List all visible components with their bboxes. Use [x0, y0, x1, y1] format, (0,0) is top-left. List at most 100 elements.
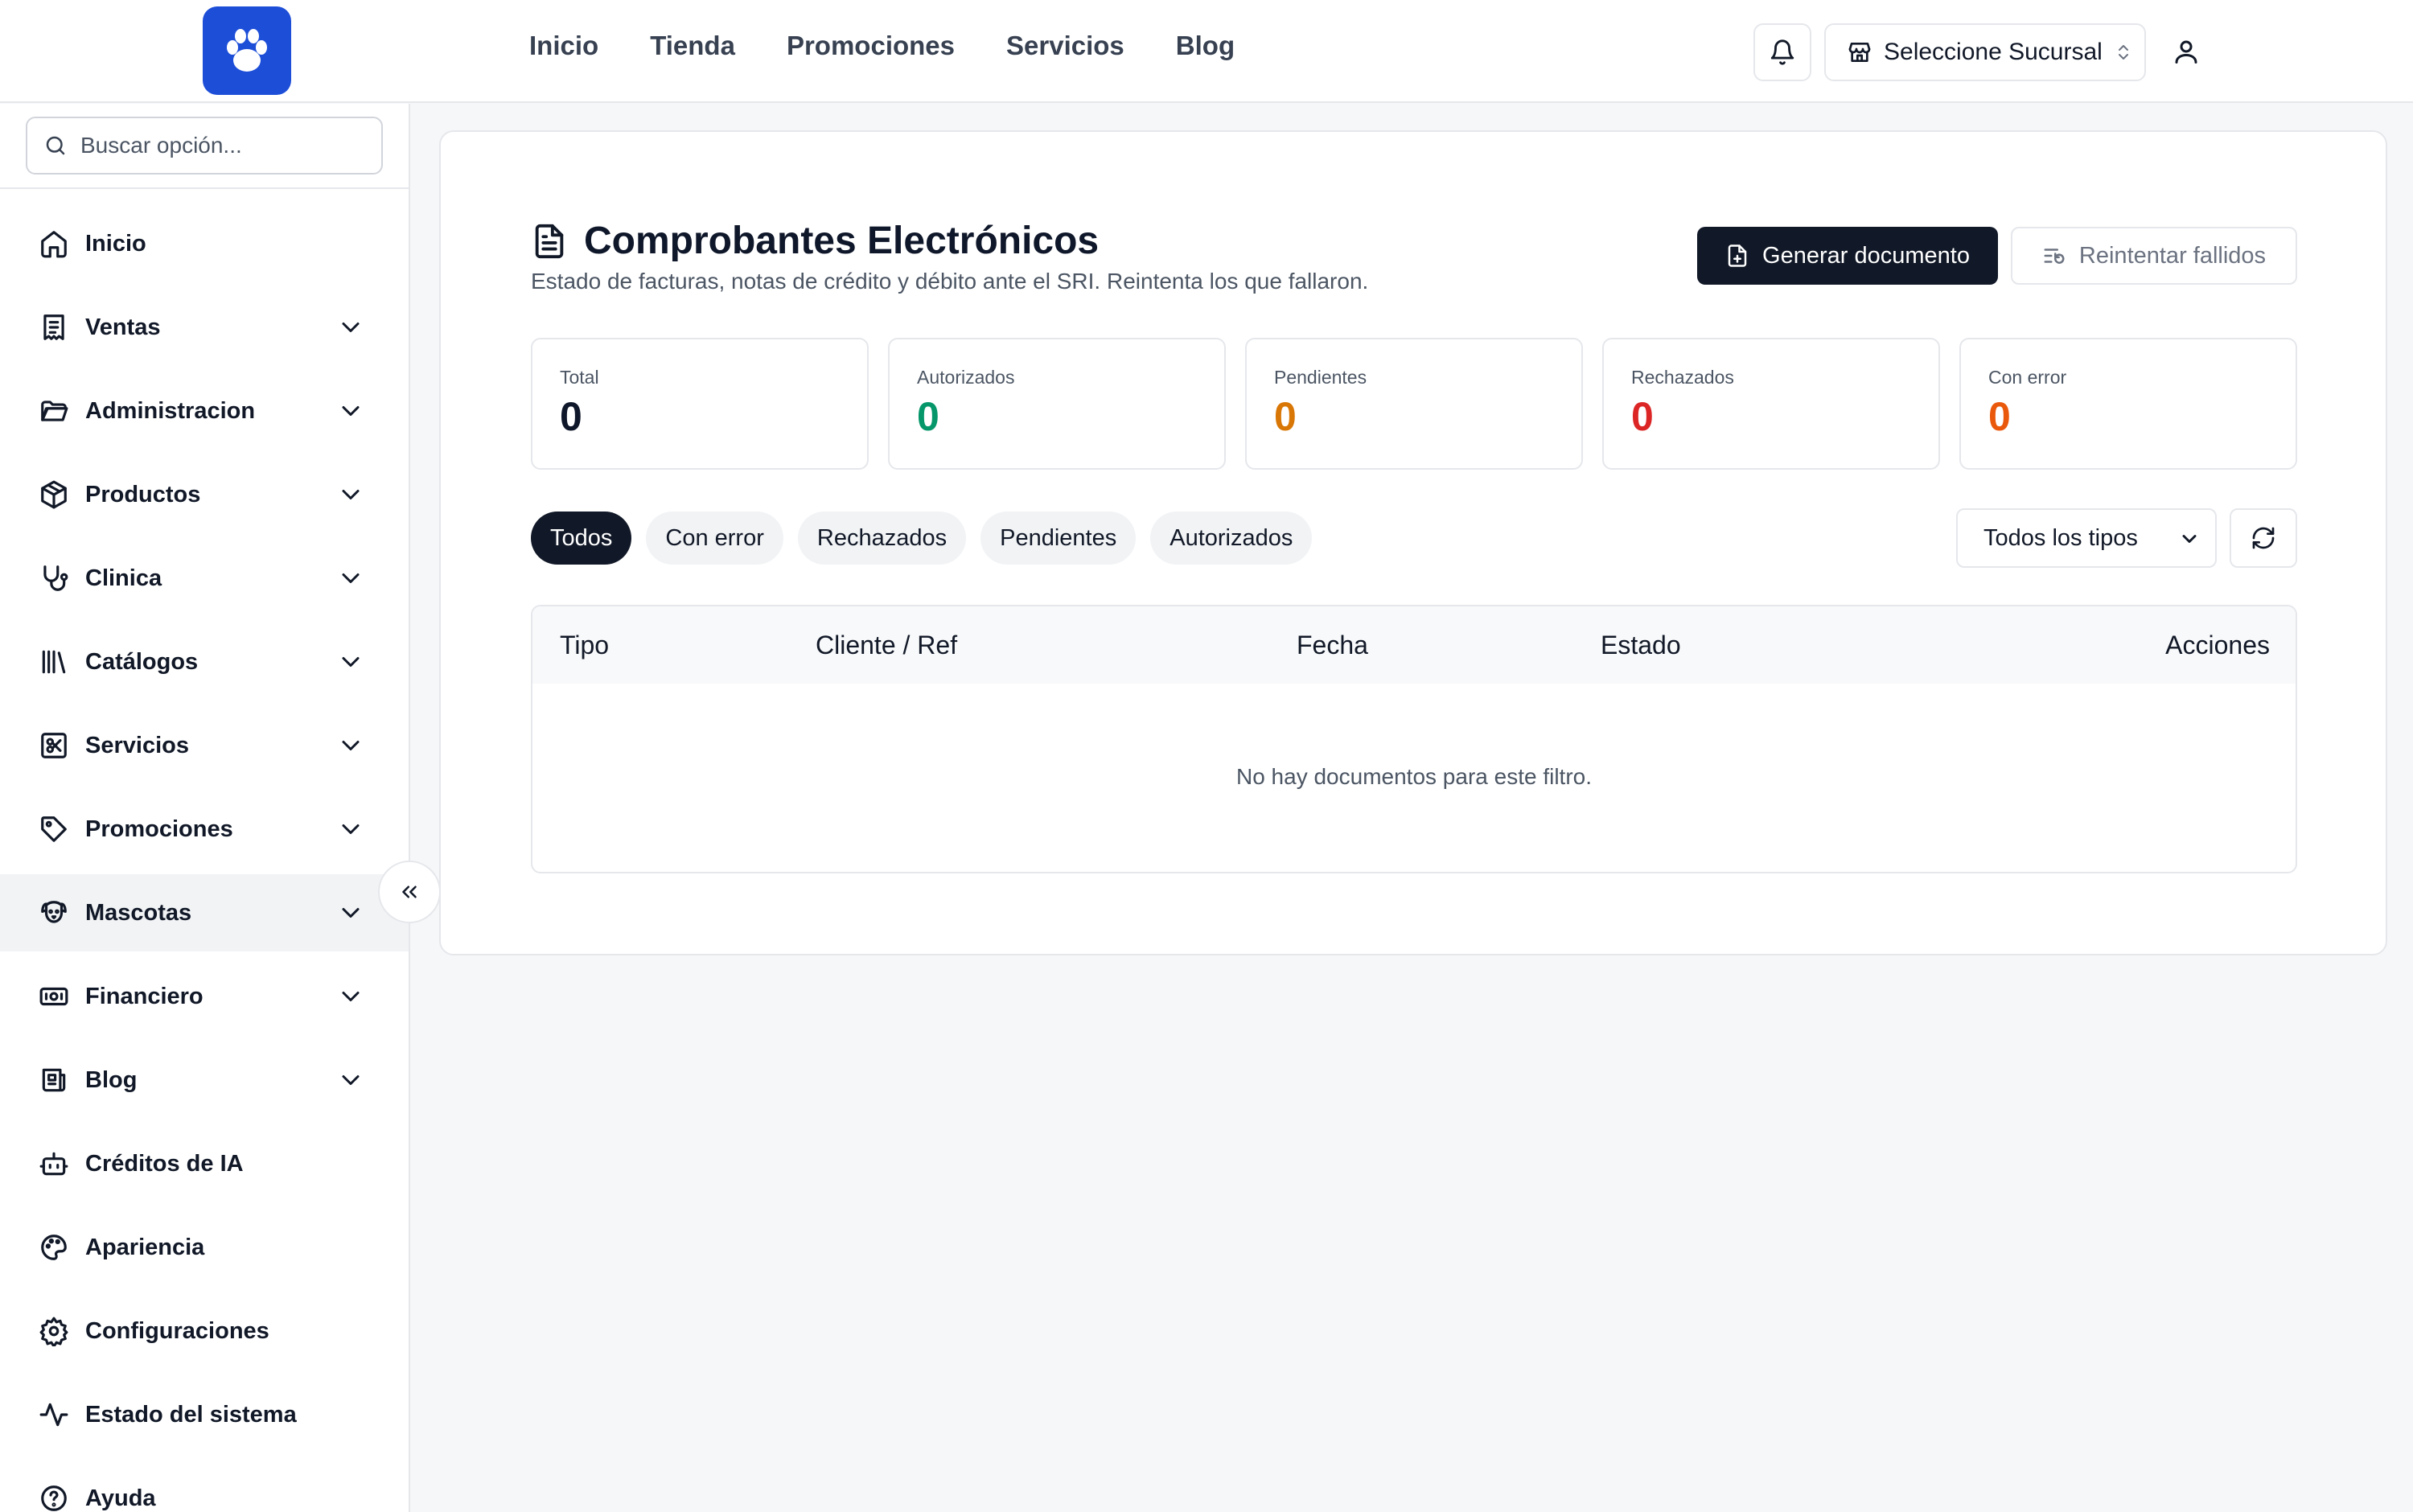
activity-icon	[39, 1403, 68, 1427]
sidebar-item-label: Promociones	[85, 816, 233, 842]
user-icon	[2175, 40, 2197, 64]
nav-promociones[interactable]: Promociones	[787, 31, 955, 61]
notifications-button[interactable]	[1753, 23, 1811, 81]
branch-label: Seleccione Sucursal	[1884, 39, 2103, 65]
chevrons-left-icon	[402, 885, 417, 898]
filter-chip-pendientes[interactable]: Pendientes	[980, 512, 1137, 565]
stat-value: 0	[560, 394, 582, 439]
generate-document-button[interactable]: Generar documento	[1697, 227, 1998, 285]
user-menu-button[interactable]	[2165, 31, 2207, 72]
sidebar-item-ventas[interactable]: Ventas	[0, 286, 409, 369]
nav-blog[interactable]: Blog	[1176, 31, 1235, 61]
sidebar-item-promociones[interactable]: Promociones	[0, 787, 409, 871]
stat-label: Total	[560, 367, 599, 388]
search-icon	[46, 136, 65, 155]
refresh-icon	[2252, 527, 2275, 549]
sidebar-item-estado-del-sistema[interactable]: Estado del sistema	[0, 1373, 409, 1457]
filter-chip-todos[interactable]: Todos	[531, 512, 632, 565]
sidebar-item-label: Administracion	[85, 397, 256, 424]
sidebar-item-icon	[37, 310, 71, 344]
sidebar-item-label: Servicios	[85, 732, 189, 758]
empty-state-message: No hay documentos para este filtro.	[1235, 764, 1592, 789]
chevrons-up-down-icon	[2118, 45, 2128, 60]
paw-logo[interactable]	[203, 6, 291, 95]
sidebar-item-icon	[37, 227, 71, 261]
sidebar-item-inicio[interactable]: Inicio	[0, 202, 409, 286]
chevron-down-icon[interactable]	[336, 480, 365, 509]
sidebar: Inicio Ventas Administracion Productos Clini…	[0, 104, 410, 1512]
library-icon	[42, 650, 66, 674]
sidebar-item-icon	[37, 478, 71, 512]
column-header-tipo[interactable]: Tipo	[560, 631, 609, 660]
column-header-cliente[interactable]: Cliente / Ref	[816, 631, 957, 660]
filter-chip-autorizados[interactable]: Autorizados	[1150, 512, 1313, 565]
chevron-down-icon[interactable]	[336, 815, 365, 844]
sidebar-item-configuraciones[interactable]: Configuraciones	[0, 1289, 409, 1373]
sidebar-item-label: Ayuda	[85, 1485, 156, 1511]
help-circle-icon	[41, 1485, 67, 1511]
sidebar-item-icon	[37, 980, 71, 1013]
chevron-down-icon[interactable]	[336, 982, 365, 1011]
stats-row: Total 0 Autorizados 0 Pendientes 0 Rechazados 0…	[531, 338, 2297, 470]
sidebar-item-cat-logos[interactable]: Catálogos	[0, 620, 409, 704]
retry-failed-label: Reintentar fallidos	[2078, 242, 2267, 269]
sidebar-item-blog[interactable]: Blog	[0, 1038, 409, 1122]
sidebar-item-ayuda[interactable]: Ayuda	[0, 1457, 409, 1512]
sidebar-item-icon	[37, 645, 71, 679]
column-header-estado[interactable]: Estado	[1601, 631, 1681, 660]
column-header-fecha[interactable]: Fecha	[1297, 631, 1368, 660]
sidebar-item-administracion[interactable]: Administracion	[0, 369, 409, 453]
sidebar-item-label: Blog	[85, 1066, 138, 1093]
stat-label: Autorizados	[917, 367, 1015, 388]
sidebar-item-icon	[37, 1063, 71, 1097]
chevron-down-icon[interactable]	[336, 647, 365, 676]
chevron-down-icon[interactable]	[336, 898, 365, 927]
sidebar-item-servicios[interactable]: Servicios	[0, 704, 409, 787]
chevron-down-icon[interactable]	[336, 564, 365, 593]
bot-icon	[39, 1152, 68, 1176]
document-type-select[interactable]: Todos los tipos	[1956, 508, 2217, 568]
sidebar-item-label: Créditos de IA	[85, 1150, 244, 1177]
sidebar-item-mascotas[interactable]: Mascotas	[0, 874, 409, 951]
nav-servicios[interactable]: Servicios	[1006, 31, 1124, 61]
chevron-down-icon[interactable]	[336, 396, 365, 425]
nav-inicio[interactable]: Inicio	[529, 31, 598, 61]
sidebar-item-label: Apariencia	[85, 1234, 205, 1260]
sidebar-item-icon	[37, 1231, 71, 1264]
sidebar-item-icon	[37, 1314, 71, 1348]
page-header: Comprobantes Electrónicos	[531, 219, 1099, 263]
retry-failed-button[interactable]: Reintentar fallidos	[2011, 227, 2297, 285]
sidebar-item-cr-ditos-de-ia[interactable]: Créditos de IA	[0, 1122, 409, 1206]
branch-selector[interactable]: Seleccione Sucursal	[1824, 23, 2146, 81]
sidebar-menu: Inicio Ventas Administracion Productos Clini…	[0, 202, 409, 1512]
stat-value: 0	[917, 394, 939, 439]
chevron-down-icon[interactable]	[336, 731, 365, 760]
generate-document-label: Generar documento	[1762, 242, 1970, 269]
document-type-value: Todos los tipos	[1983, 524, 2138, 551]
collapse-sidebar-button[interactable]	[378, 861, 441, 923]
sidebar-item-label: Estado del sistema	[85, 1401, 297, 1428]
main-card: Comprobantes Electrónicos Estado de fact…	[439, 130, 2387, 955]
chevron-down-icon[interactable]	[336, 1066, 365, 1095]
file-text-icon	[535, 224, 564, 258]
dog-icon	[41, 901, 67, 923]
sidebar-item-productos[interactable]: Productos	[0, 453, 409, 536]
filter-chip-con-error[interactable]: Con error	[646, 512, 783, 565]
filter-chip-rechazados[interactable]: Rechazados	[797, 512, 967, 565]
sidebar-item-icon	[37, 1481, 71, 1512]
sidebar-item-clinica[interactable]: Clinica	[0, 536, 409, 620]
sidebar-item-label: Productos	[85, 481, 201, 507]
refresh-button[interactable]	[2230, 508, 2297, 568]
newspaper-icon	[42, 1068, 66, 1092]
sidebar-item-apariencia[interactable]: Apariencia	[0, 1206, 409, 1289]
nav-tienda[interactable]: Tienda	[650, 31, 735, 61]
folder-open-icon	[41, 401, 68, 421]
sidebar-item-label: Financiero	[85, 983, 203, 1009]
chevron-down-icon[interactable]	[336, 313, 365, 342]
stat-value: 0	[1274, 394, 1297, 439]
sidebar-item-icon	[37, 1398, 71, 1432]
sidebar-search[interactable]	[26, 117, 383, 175]
scissors-square-icon	[41, 733, 67, 758]
sidebar-search-input[interactable]	[80, 133, 370, 158]
sidebar-item-financiero[interactable]: Financiero	[0, 955, 409, 1038]
